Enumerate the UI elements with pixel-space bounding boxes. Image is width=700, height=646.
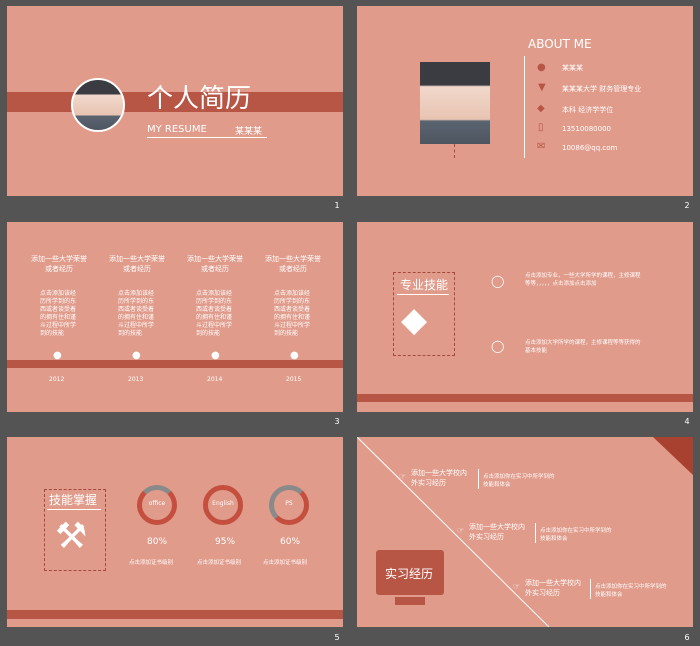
slide-2[interactable]: ABOUT ME ● 某某某 ▼ 某某某大学 财务管理专业 ◆ 本科 经济学学位…: [357, 6, 693, 196]
lightbulb-icon: ◯: [491, 274, 505, 288]
slide-number: 4: [684, 417, 690, 426]
person-icon: ●: [537, 62, 546, 73]
skill-percent: 95%: [215, 537, 236, 547]
name-label: 某某某: [235, 127, 263, 137]
entry-divider: [478, 469, 479, 489]
skill-name: PS: [285, 500, 293, 507]
graduation-icon: ◆: [537, 103, 545, 114]
column-body: 点击添加该经历所学到的东西或者谈受着的拥有住和谨斗过程中所学到的技能: [196, 290, 233, 337]
slide-number: 3: [334, 417, 340, 426]
year-label: 2012: [49, 376, 65, 383]
about-degree: 本科 经济学学位: [562, 106, 614, 114]
about-school: 某某某大学 财务管理专业: [562, 85, 642, 93]
slide-number: 5: [334, 633, 340, 642]
pin-icon: ●: [290, 350, 299, 361]
graduation-cap-icon: ◆: [401, 300, 428, 340]
column-title: 添加一些大学荣誉或者经历: [109, 255, 165, 273]
column-body: 点击添加该经历所学到的东西或者谈受着的拥有住和谨斗过程中所学到的技能: [40, 290, 77, 337]
underline: [147, 137, 267, 138]
profile-photo: [71, 78, 125, 132]
skill-ring: English: [203, 485, 243, 525]
location-icon: ▼: [538, 82, 546, 93]
slide-6[interactable]: 实习经历 ☞ 添加一些大学校内外实习经历 点击添加你在实习中所学到的技能和体会 …: [357, 437, 693, 627]
entry-desc: 点击添加你在实习中所学到的技能和体会: [483, 474, 555, 488]
year-label: 2013: [128, 376, 144, 383]
mail-icon: ✉: [537, 141, 546, 152]
entry-title: 添加一些大学校内外实习经历: [525, 579, 581, 597]
section-title: ABOUT ME: [528, 37, 592, 51]
skill-point: 点击添加专业，一些大学所学的课程，主修课程等等，，，，，点击添加点击添加: [525, 273, 641, 287]
entry-divider: [535, 523, 536, 543]
page-title: 个人简历: [147, 84, 252, 114]
skill-caption: 点击添加证书级别: [263, 560, 308, 566]
slide-number: 1: [334, 201, 340, 210]
pointer-icon: ☞: [457, 526, 465, 535]
skill-name: English: [212, 500, 234, 507]
column-title: 添加一些大学荣誉或者经历: [31, 255, 87, 273]
slide-4[interactable]: 专业技能 ◆ ◯ 点击添加专业，一些大学所学的课程，主修课程等等，，，，，点击添…: [357, 222, 693, 412]
skill-caption: 点击添加证书级别: [129, 560, 174, 566]
column-body: 点击添加该经历所学到的东西或者谈受着的拥有住和谨斗过程中所学到的技能: [118, 290, 155, 337]
dashed-connector: [454, 144, 455, 158]
about-phone: 13510080000: [562, 125, 611, 133]
about-name: 某某某: [562, 64, 583, 72]
entry-title: 添加一些大学校内外实习经历: [411, 469, 467, 487]
slide-3[interactable]: 添加一些大学荣誉或者经历 点击添加该经历所学到的东西或者谈受着的拥有住和谨斗过程…: [7, 222, 343, 412]
skill-name: office: [148, 500, 166, 507]
subtitle: MY RESUME: [147, 124, 207, 135]
pin-icon: ●: [211, 350, 220, 361]
slide-number: 2: [684, 201, 690, 210]
section-title: 专业技能: [400, 278, 449, 292]
skill-percent: 60%: [280, 537, 301, 547]
skill-percent: 80%: [147, 537, 168, 547]
about-email: 10086@qq.com: [562, 144, 618, 152]
skill-ring: PS: [269, 485, 309, 525]
hammer-icon: ⚒: [55, 516, 88, 557]
slide-1[interactable]: 个人简历 MY RESUME 某某某: [7, 6, 343, 196]
entry-divider: [590, 579, 591, 599]
entry-desc: 点击添加你在实习中所学到的技能和体会: [540, 528, 612, 542]
skill-point: 点击添加大学所学的课程，主修课程等等获得的基本技能: [525, 340, 641, 354]
timeline-bar: [7, 360, 343, 368]
skill-ring: office: [137, 485, 177, 525]
year-label: 2014: [207, 376, 223, 383]
slide-number: 6: [684, 633, 690, 642]
title-underline: [397, 294, 449, 295]
year-label: 2015: [286, 376, 302, 383]
entry-desc: 点击添加你在实习中所学到的技能和体会: [595, 584, 667, 598]
pin-icon: ●: [132, 350, 141, 361]
column-title: 添加一些大学荣誉或者经历: [265, 255, 321, 273]
slide-5[interactable]: 技能掌握 ⚒ office 80% 点击添加证书级别 English 95% 点…: [7, 437, 343, 627]
skill-caption: 点击添加证书级别: [197, 560, 242, 566]
entry-title: 添加一些大学校内外实习经历: [469, 523, 525, 541]
column-body: 点击添加该经历所学到的东西或者谈受着的拥有住和谨斗过程中所学到的技能: [274, 290, 311, 337]
pointer-icon: ☞: [513, 582, 521, 591]
title-underline: [47, 509, 101, 510]
footer-bar: [7, 610, 343, 619]
pin-icon: ●: [53, 350, 62, 361]
phone-icon: ▯: [538, 122, 544, 133]
section-title: 实习经历: [385, 567, 434, 581]
monitor-stand: [395, 597, 425, 605]
lightbulb-icon: ◯: [491, 339, 505, 353]
footer-bar: [357, 394, 693, 402]
column-title: 添加一些大学荣誉或者经历: [187, 255, 243, 273]
section-title: 技能掌握: [49, 493, 98, 507]
divider: [524, 56, 525, 158]
pointer-icon: ☞: [399, 472, 407, 481]
profile-photo: [420, 62, 490, 144]
